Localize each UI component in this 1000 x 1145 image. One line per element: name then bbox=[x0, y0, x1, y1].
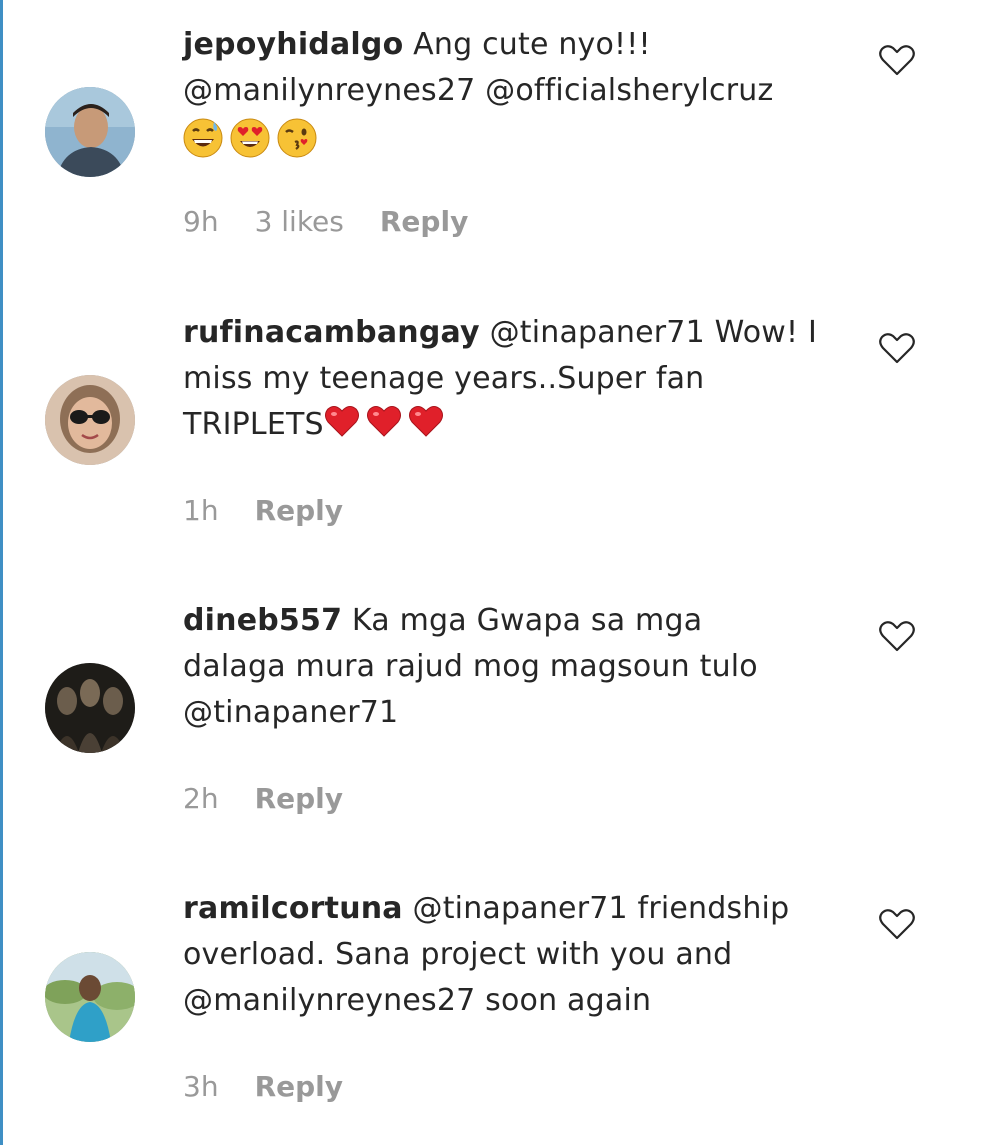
red-heart-emoji bbox=[324, 406, 359, 437]
comment-username[interactable]: ramilcortuna bbox=[183, 891, 403, 926]
comment-text: dineb557 Ka mga Gwapa sa mga dalaga mura… bbox=[183, 598, 853, 736]
reply-button[interactable]: Reply bbox=[255, 494, 343, 527]
comment-mentions[interactable]: @manilynreynes27 @officialsherylcruz bbox=[183, 73, 773, 108]
heart-outline-icon[interactable] bbox=[877, 906, 917, 942]
avatar[interactable] bbox=[45, 952, 135, 1042]
comment-meta: 9h 3 likes Reply bbox=[183, 205, 504, 238]
emoji-row bbox=[183, 116, 853, 160]
reply-button[interactable]: Reply bbox=[380, 205, 468, 238]
kissing-wink-emoji bbox=[277, 118, 317, 158]
avatar[interactable] bbox=[45, 663, 135, 753]
comment-username[interactable]: jepoyhidalgo bbox=[183, 27, 403, 62]
comment-item: rufinacambangay @tinapaner71 Wow! I miss… bbox=[0, 288, 1000, 576]
comment-timestamp[interactable]: 2h bbox=[183, 782, 219, 815]
comment-item: ramilcortuna @tinapaner71 friendship ove… bbox=[0, 864, 1000, 1145]
avatar[interactable] bbox=[45, 87, 135, 177]
grinning-sweat-emoji bbox=[183, 118, 223, 158]
heart-outline-icon[interactable] bbox=[877, 618, 917, 654]
comment-meta: 1h Reply bbox=[183, 494, 379, 527]
comment-username[interactable]: dineb557 bbox=[183, 603, 342, 638]
comment-text-line: dalaga mura rajud mog magsoun tulo bbox=[183, 649, 758, 684]
avatar[interactable] bbox=[45, 375, 135, 465]
comment-mention[interactable]: @tinapaner71 bbox=[183, 695, 398, 730]
red-heart-emoji bbox=[408, 406, 443, 437]
heart-eyes-emoji bbox=[230, 118, 270, 158]
reply-button[interactable]: Reply bbox=[255, 782, 343, 815]
comment-meta: 2h Reply bbox=[183, 782, 379, 815]
avatar-image bbox=[45, 87, 135, 177]
comment-timestamp[interactable]: 3h bbox=[183, 1070, 219, 1103]
comment-list: jepoyhidalgo Ang cute nyo!!! @manilynrey… bbox=[0, 0, 1000, 1145]
comment-text: rufinacambangay @tinapaner71 Wow! I miss… bbox=[183, 310, 853, 448]
comment-text: ramilcortuna @tinapaner71 friendship ove… bbox=[183, 886, 853, 1024]
comment-likes-count[interactable]: 3 likes bbox=[255, 205, 344, 238]
comment-timestamp[interactable]: 1h bbox=[183, 494, 219, 527]
comment-item: jepoyhidalgo Ang cute nyo!!! @manilynrey… bbox=[0, 0, 1000, 288]
comment-username[interactable]: rufinacambangay bbox=[183, 315, 480, 350]
comment-text-line: Ang cute nyo!!! bbox=[413, 27, 651, 62]
reply-button[interactable]: Reply bbox=[255, 1070, 343, 1103]
comment-text-line: Ka mga Gwapa sa mga bbox=[351, 603, 703, 638]
avatar-image bbox=[45, 663, 135, 753]
comment-text-line: miss my teenage years..Super fan bbox=[183, 361, 705, 396]
comment-text-line: @tinapaner71 friendship bbox=[412, 891, 790, 926]
avatar-image bbox=[45, 952, 135, 1042]
heart-outline-icon[interactable] bbox=[877, 42, 917, 78]
comment-timestamp[interactable]: 9h bbox=[183, 205, 219, 238]
avatar-image bbox=[45, 375, 135, 465]
red-heart-emoji bbox=[366, 406, 401, 437]
comment-text: jepoyhidalgo Ang cute nyo!!! @manilynrey… bbox=[183, 22, 853, 160]
heart-outline-icon[interactable] bbox=[877, 330, 917, 366]
comment-text-line: TRIPLETS bbox=[183, 407, 324, 442]
comment-text-line: @manilynreynes27 soon again bbox=[183, 983, 652, 1018]
comment-item: dineb557 Ka mga Gwapa sa mga dalaga mura… bbox=[0, 576, 1000, 864]
comment-meta: 3h Reply bbox=[183, 1070, 379, 1103]
comment-text-line: overload. Sana project with you and bbox=[183, 937, 733, 972]
comment-text-line: @tinapaner71 Wow! I bbox=[489, 315, 818, 350]
